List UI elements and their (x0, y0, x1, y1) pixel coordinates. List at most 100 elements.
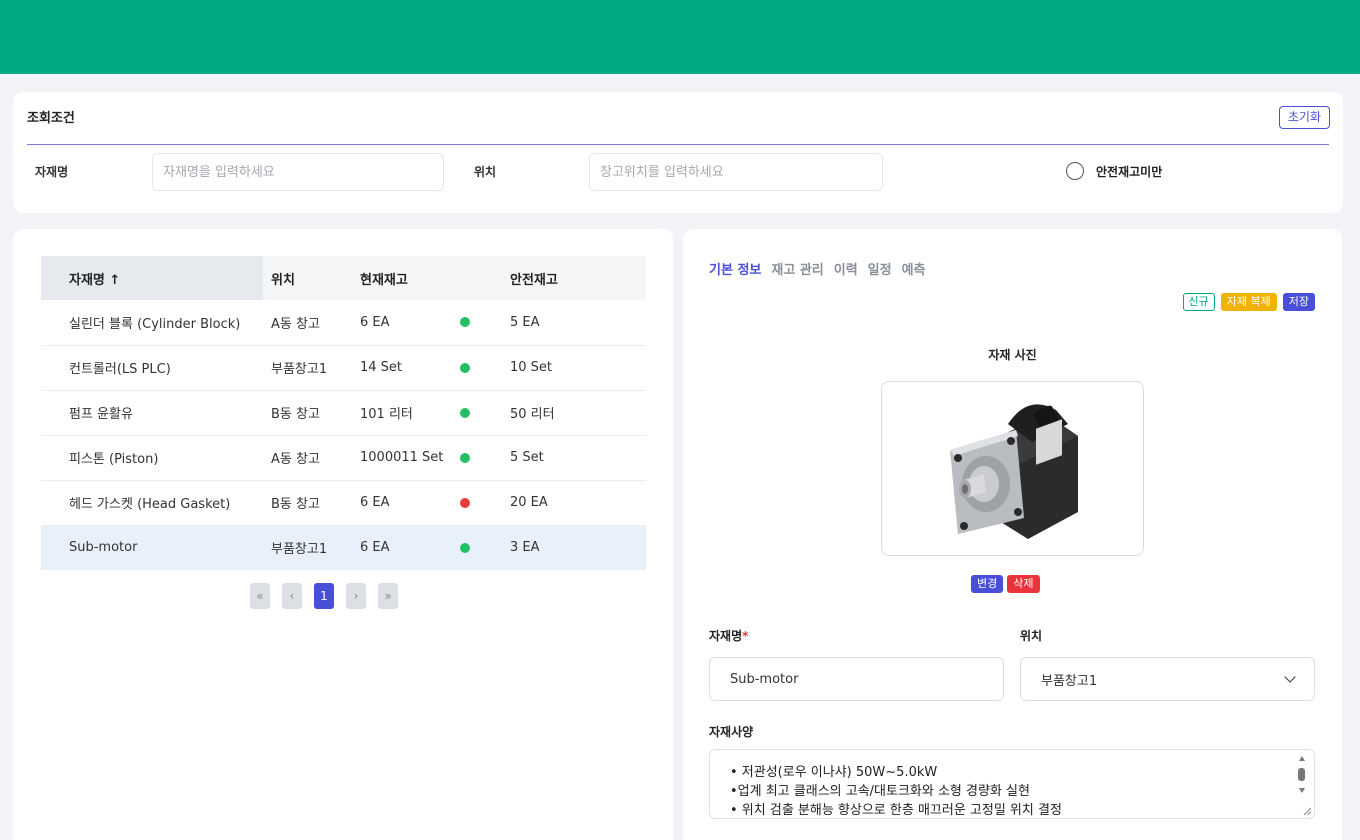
tab-schedule[interactable]: 일정 (868, 259, 892, 278)
cell-location: 부품창고1 (263, 525, 360, 570)
location-select[interactable]: 부품창고1 (1020, 657, 1315, 701)
table-row[interactable]: 컨트롤러(LS PLC) 부품창고1 14 Set 10 Set (41, 345, 646, 391)
servo-motor-photo-icon (949, 403, 1078, 539)
last-page-button[interactable]: » (378, 583, 398, 609)
first-page-button[interactable]: « (250, 583, 270, 609)
cell-current-stock: 101 리터 (360, 390, 460, 436)
cell-location: B동 창고 (263, 480, 360, 526)
search-divider (27, 144, 1329, 145)
cell-safety-stock: 20 EA (510, 480, 646, 526)
scroll-thumb[interactable] (1298, 768, 1305, 781)
material-name-value: Sub-motor (730, 671, 799, 687)
stock-list-panel: 자재명 ↑ 위치 현재재고 안전재고 실린더 블록 (Cylinder Bloc… (13, 229, 673, 840)
cell-safety-stock: 50 리터 (510, 390, 646, 436)
cell-material-name: 컨트롤러(LS PLC) (41, 345, 263, 391)
material-name-field[interactable]: Sub-motor (709, 657, 1004, 701)
material-name-search-input[interactable] (152, 153, 444, 191)
textarea-scrollbar[interactable] (1298, 756, 1306, 814)
cell-current-stock: 14 Set (360, 345, 460, 391)
below-safety-stock-label: 안전재고미만 (1096, 164, 1163, 179)
stock-status-dot-icon (460, 407, 470, 418)
cell-current-stock: 6 EA (360, 525, 460, 570)
cell-location: A동 창고 (263, 300, 360, 346)
cell-status (460, 345, 510, 391)
search-panel: 조회조건 초기화 자재명 위치 안전재고미만 (13, 92, 1343, 213)
table-row[interactable]: 헤드 가스켓 (Head Gasket) B동 창고 6 EA 20 EA (41, 480, 646, 526)
table-row[interactable]: 피스톤 (Piston) A동 창고 1000011 Set 5 Set (41, 435, 646, 481)
prev-page-button[interactable]: ‹ (282, 583, 302, 609)
cell-current-stock: 1000011 Set (360, 435, 460, 481)
cell-location: 부품창고1 (263, 345, 360, 391)
cell-status (460, 300, 510, 346)
material-spec-textarea[interactable]: • 저관성(로우 이나샤) 50W~5.0kW •업계 최고 클래스의 고속/대… (709, 749, 1315, 819)
photo-actions: 변경 삭제 (971, 575, 1040, 593)
cell-material-name: 실린더 블록 (Cylinder Block) (41, 300, 263, 346)
material-name-label: 자재명* (709, 627, 748, 644)
location-label: 위치 (1020, 629, 1043, 643)
scroll-down-arrow-icon[interactable] (1299, 788, 1305, 793)
cell-material-name: 헤드 가스켓 (Head Gasket) (41, 480, 263, 526)
column-header-current-stock[interactable]: 현재재고 (360, 256, 460, 300)
spec-line: • 저관성(로우 이나샤) 50W~5.0kW (730, 765, 938, 780)
cell-safety-stock: 3 EA (510, 525, 646, 570)
scroll-up-arrow-icon[interactable] (1299, 756, 1305, 761)
cell-material-name: Sub-motor (41, 525, 263, 570)
location-select-value: 부품창고1 (1041, 673, 1098, 689)
tab-basic-info[interactable]: 기본 정보 (709, 259, 761, 278)
top-app-bar (0, 0, 1360, 74)
photo-title: 자재 사진 (988, 348, 1037, 362)
column-header-location[interactable]: 위치 (263, 256, 360, 300)
material-detail-panel: 기본 정보 재고 관리 이력 일정 예측 신규 자재 복제 저장 자재 사진 변… (683, 229, 1342, 840)
material-name-filter-label: 자재명 (35, 165, 69, 179)
tab-history[interactable]: 이력 (834, 259, 858, 278)
detail-tabs: 기본 정보 재고 관리 이력 일정 예측 (709, 259, 926, 278)
required-mark: * (742, 629, 749, 643)
cell-material-name: 펌프 윤활유 (41, 390, 263, 436)
detail-actions: 신규 자재 복제 저장 (1182, 293, 1315, 311)
cell-location: A동 창고 (263, 435, 360, 481)
radio-icon[interactable] (1066, 162, 1084, 180)
stock-status-dot-icon (460, 497, 470, 508)
change-photo-button[interactable]: 변경 (971, 575, 1004, 593)
cell-safety-stock: 10 Set (510, 345, 646, 391)
page-button-current[interactable]: 1 (314, 583, 334, 609)
column-header-name[interactable]: 자재명 ↑ (41, 256, 263, 300)
search-panel-title: 조회조건 (27, 111, 75, 126)
cell-status (460, 435, 510, 481)
delete-photo-button[interactable]: 삭제 (1007, 575, 1040, 593)
cell-location: B동 창고 (263, 390, 360, 436)
cell-status (460, 525, 510, 570)
stock-table-body: 실린더 블록 (Cylinder Block) A동 창고 6 EA 5 EA … (41, 300, 646, 570)
location-filter-label: 위치 (474, 165, 497, 179)
material-name-label-text: 자재명 (709, 629, 743, 643)
column-header-status (460, 256, 510, 300)
tab-stock-management[interactable]: 재고 관리 (771, 259, 823, 278)
next-page-button[interactable]: › (346, 583, 366, 609)
stock-status-dot-icon (460, 452, 470, 463)
below-safety-stock-toggle[interactable]: 안전재고미만 (1066, 162, 1162, 180)
pagination: « ‹ 1 › » (250, 583, 398, 609)
stock-status-dot-icon (460, 362, 470, 373)
cell-current-stock: 6 EA (360, 300, 460, 346)
table-header-row: 자재명 ↑ 위치 현재재고 안전재고 (41, 256, 646, 300)
spec-line: •업계 최고 클래스의 고속/대토크화와 소형 경량화 실현 (730, 784, 1030, 799)
resize-grip-icon[interactable] (1303, 807, 1311, 815)
copy-material-button[interactable]: 자재 복제 (1220, 293, 1277, 311)
table-row[interactable]: Sub-motor 부품창고1 6 EA 3 EA (41, 525, 646, 570)
tab-forecast[interactable]: 예측 (902, 259, 926, 278)
cell-status (460, 390, 510, 436)
material-spec-label: 자재사양 (709, 725, 754, 739)
column-header-safety-stock[interactable]: 안전재고 (510, 256, 646, 300)
reset-button[interactable]: 초기화 (1278, 106, 1330, 129)
stock-status-dot-icon (460, 542, 470, 553)
location-search-input[interactable] (589, 153, 883, 191)
table-row[interactable]: 실린더 블록 (Cylinder Block) A동 창고 6 EA 5 EA (41, 300, 646, 346)
save-button[interactable]: 저장 (1282, 293, 1315, 311)
chevron-down-icon (1284, 671, 1296, 683)
cell-material-name: 피스톤 (Piston) (41, 435, 263, 481)
cell-status (460, 480, 510, 526)
table-row[interactable]: 펌프 윤활유 B동 창고 101 리터 50 리터 (41, 390, 646, 436)
cell-current-stock: 6 EA (360, 480, 460, 526)
new-button[interactable]: 신규 (1182, 293, 1215, 311)
stock-table: 자재명 ↑ 위치 현재재고 안전재고 실린더 블록 (Cylinder Bloc… (41, 256, 646, 570)
